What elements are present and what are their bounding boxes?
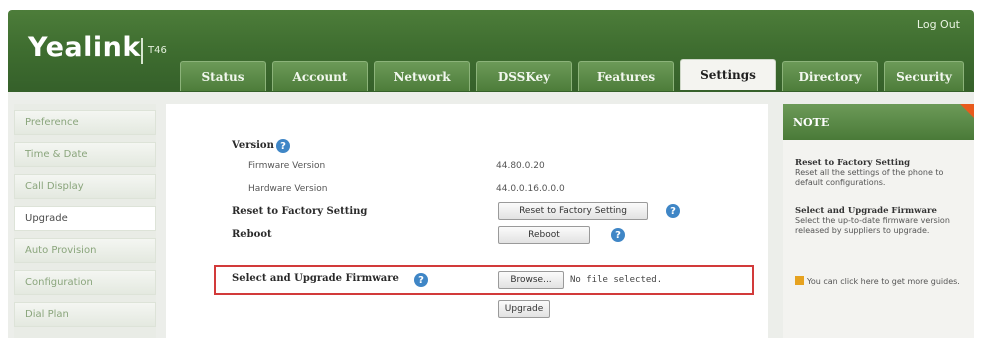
version-label: Version bbox=[232, 140, 274, 151]
reset-factory-label: Reset to Factory Setting bbox=[232, 206, 368, 217]
reset-help-icon[interactable]: ? bbox=[666, 204, 680, 218]
sidebar-item-preference[interactable]: Preference bbox=[14, 110, 156, 135]
sidebar: Preference Time & Date Call Display Upgr… bbox=[14, 104, 156, 338]
hardware-version-value: 44.0.0.16.0.0.0 bbox=[496, 184, 565, 194]
note-corner-accent bbox=[960, 104, 974, 118]
hardware-version-label: Hardware Version bbox=[248, 184, 328, 194]
reboot-label: Reboot bbox=[232, 229, 272, 240]
upgrade-firmware-label: Select and Upgrade Firmware bbox=[232, 273, 399, 284]
note-reset-section: Reset to Factory Setting Reset all the s… bbox=[795, 158, 967, 188]
note-title: NOTE bbox=[783, 104, 974, 140]
upgrade-help-icon[interactable]: ? bbox=[414, 273, 428, 287]
tab-features[interactable]: Features bbox=[578, 61, 674, 91]
tab-directory[interactable]: Directory bbox=[782, 61, 878, 91]
browse-button[interactable]: Browse... bbox=[498, 271, 564, 289]
tab-network[interactable]: Network bbox=[374, 61, 470, 91]
sidebar-item-auto-provision[interactable]: Auto Provision bbox=[14, 238, 156, 263]
upgrade-button[interactable]: Upgrade bbox=[498, 300, 550, 318]
note-upgrade-text: Select the up-to-date firmware version r… bbox=[795, 216, 950, 235]
reboot-help-icon[interactable]: ? bbox=[611, 228, 625, 242]
note-panel: NOTE Reset to Factory Setting Reset all … bbox=[783, 104, 974, 338]
sidebar-item-call-display[interactable]: Call Display bbox=[14, 174, 156, 199]
tab-status[interactable]: Status bbox=[180, 61, 266, 91]
firmware-version-label: Firmware Version bbox=[248, 161, 326, 171]
note-reset-text: Reset all the settings of the phone to d… bbox=[795, 168, 944, 187]
tab-security[interactable]: Security bbox=[884, 61, 964, 91]
note-upgrade-section: Select and Upgrade Firmware Select the u… bbox=[795, 206, 967, 236]
page: Yealink T46 Log Out Status Account Netwo… bbox=[0, 0, 981, 338]
main-tabs: Status Account Network DSSKey Features S… bbox=[180, 59, 970, 92]
header: Yealink T46 Log Out Status Account Netwo… bbox=[8, 10, 974, 92]
note-guide-text: You can click here to get more guides. bbox=[807, 277, 960, 286]
tab-settings[interactable]: Settings bbox=[680, 59, 776, 90]
version-help-icon[interactable]: ? bbox=[276, 139, 290, 153]
yealink-logo: Yealink bbox=[28, 32, 141, 63]
logout-link[interactable]: Log Out bbox=[917, 18, 960, 31]
firmware-version-value: 44.80.0.20 bbox=[496, 161, 545, 171]
reset-factory-button[interactable]: Reset to Factory Setting bbox=[498, 202, 648, 220]
logo-divider bbox=[141, 38, 143, 64]
note-upgrade-title: Select and Upgrade Firmware bbox=[795, 206, 937, 216]
note-guide-link[interactable]: You can click here to get more guides. bbox=[795, 276, 967, 287]
sidebar-item-dial-plan[interactable]: Dial Plan bbox=[14, 302, 156, 327]
sidebar-item-time-date[interactable]: Time & Date bbox=[14, 142, 156, 167]
sidebar-item-configuration[interactable]: Configuration bbox=[14, 270, 156, 295]
tab-dsskey[interactable]: DSSKey bbox=[476, 61, 572, 91]
file-status-text: No file selected. bbox=[570, 275, 663, 285]
note-reset-title: Reset to Factory Setting bbox=[795, 158, 911, 168]
model-label: T46 bbox=[148, 45, 167, 56]
reboot-button[interactable]: Reboot bbox=[498, 226, 590, 244]
guide-book-icon bbox=[795, 276, 804, 285]
tab-account[interactable]: Account bbox=[272, 61, 368, 91]
sidebar-item-upgrade[interactable]: Upgrade bbox=[14, 206, 156, 231]
